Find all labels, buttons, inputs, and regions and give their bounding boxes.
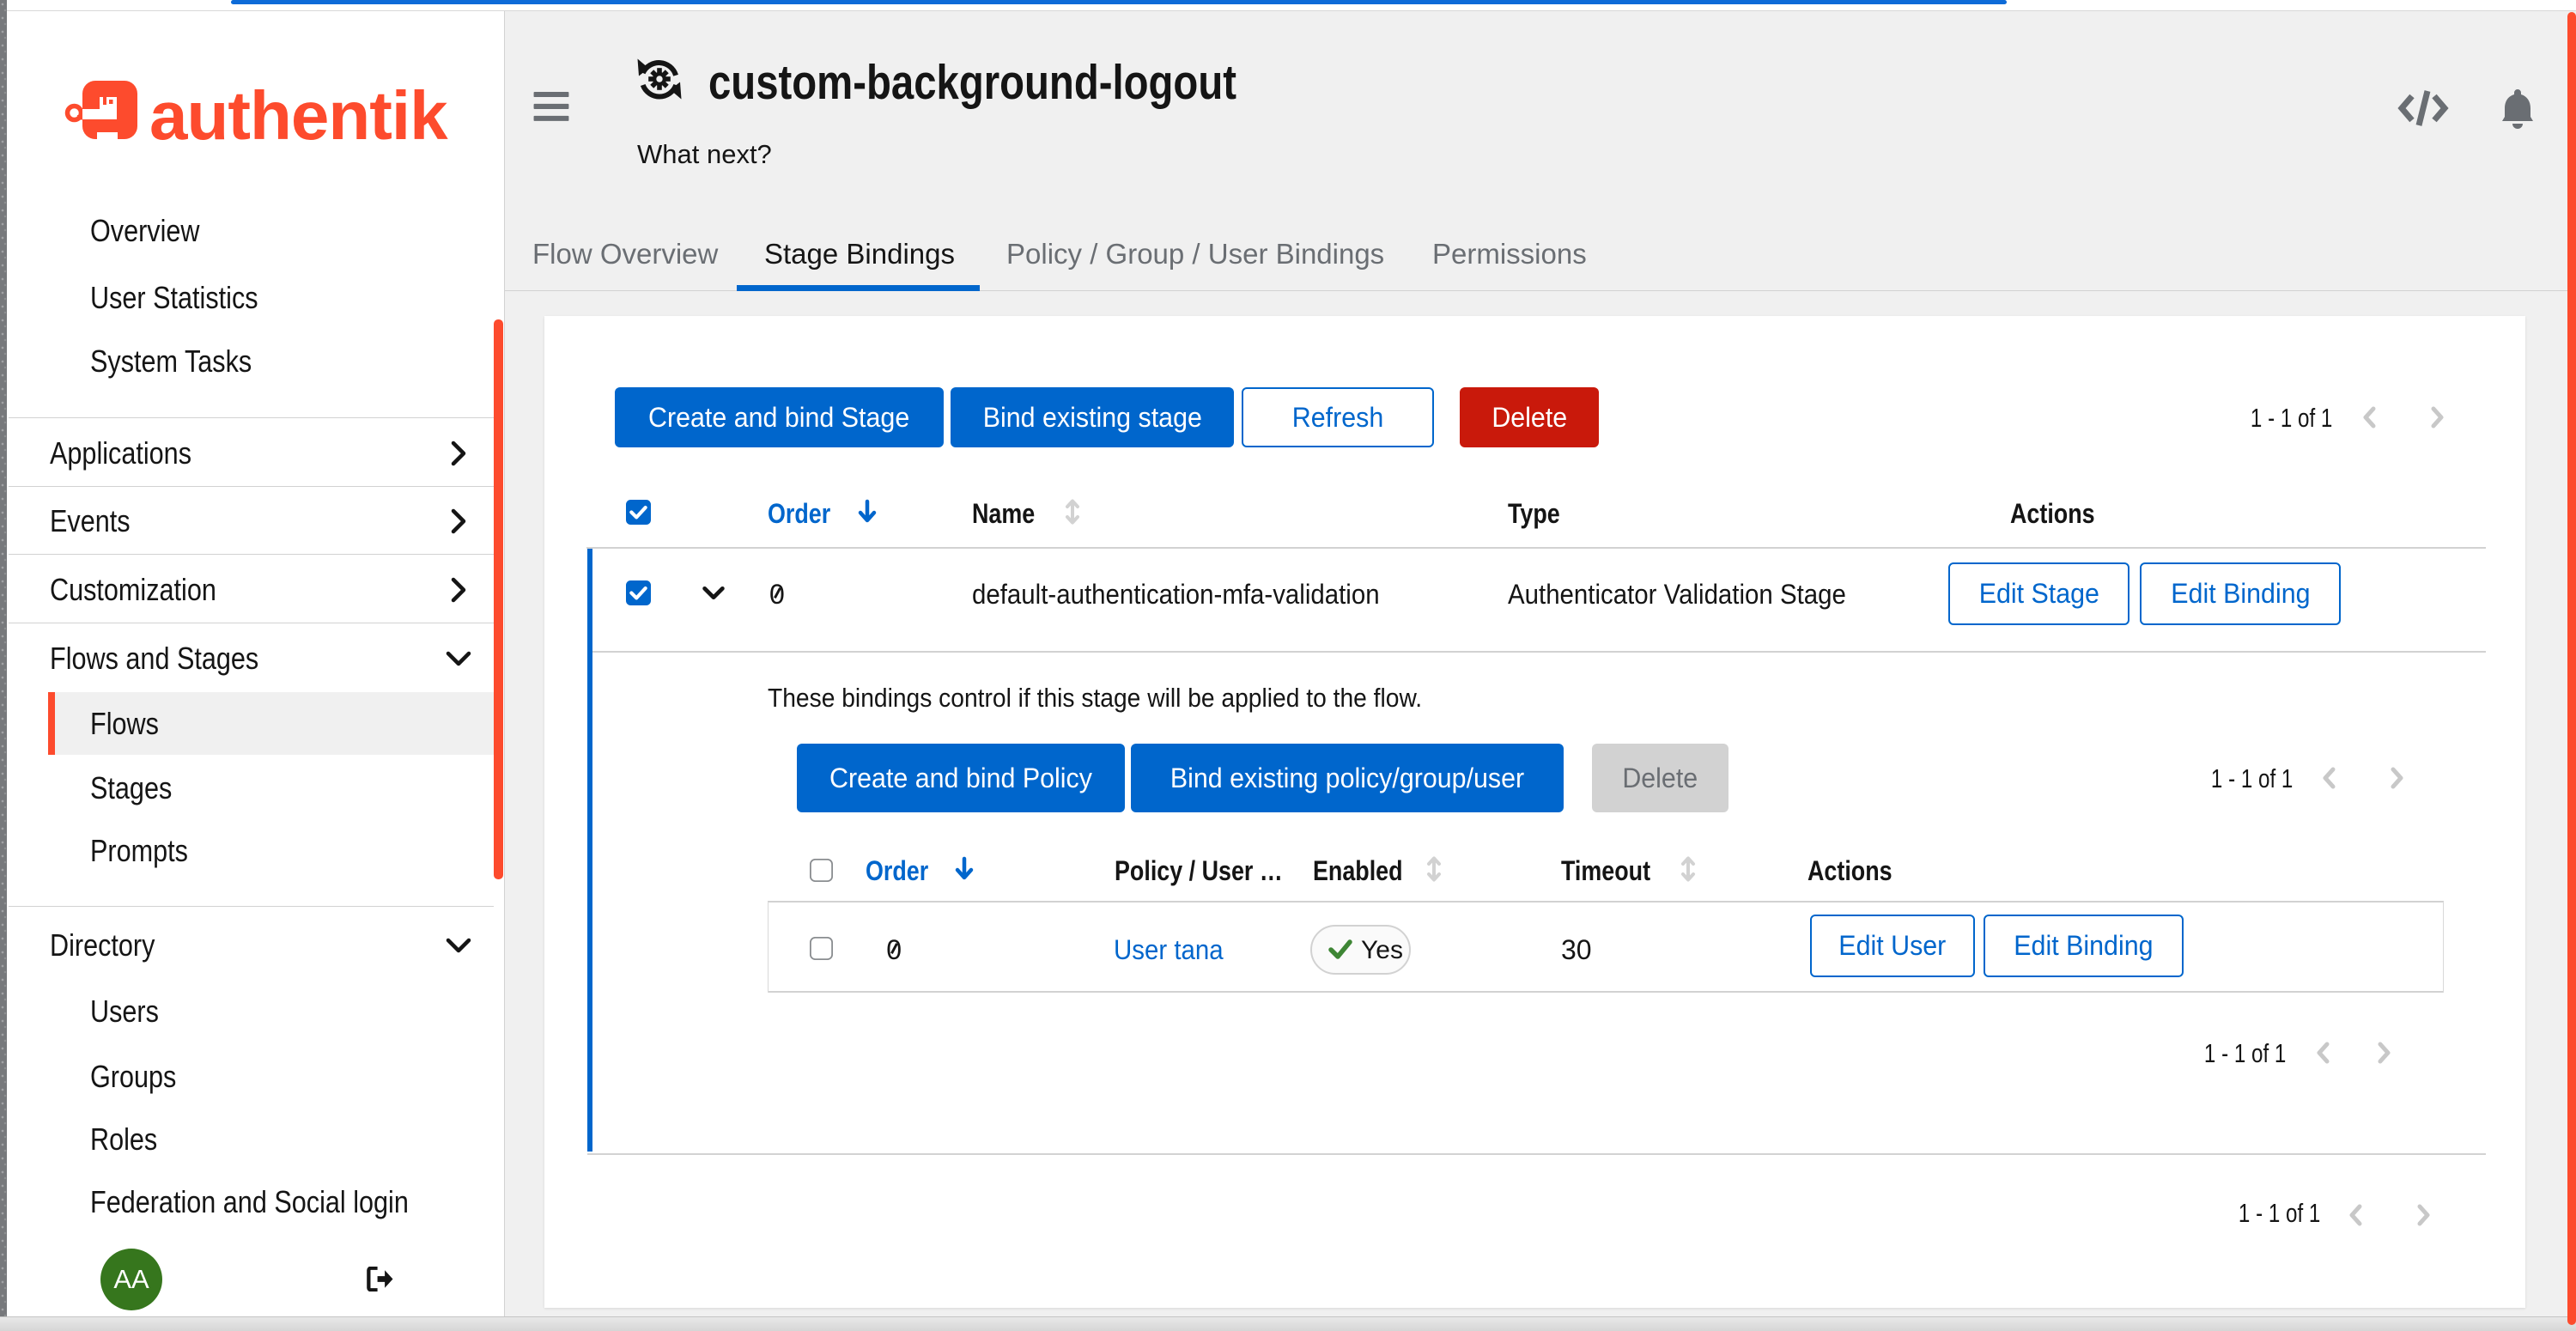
svg-text:authentik: authentik [149,77,448,150]
